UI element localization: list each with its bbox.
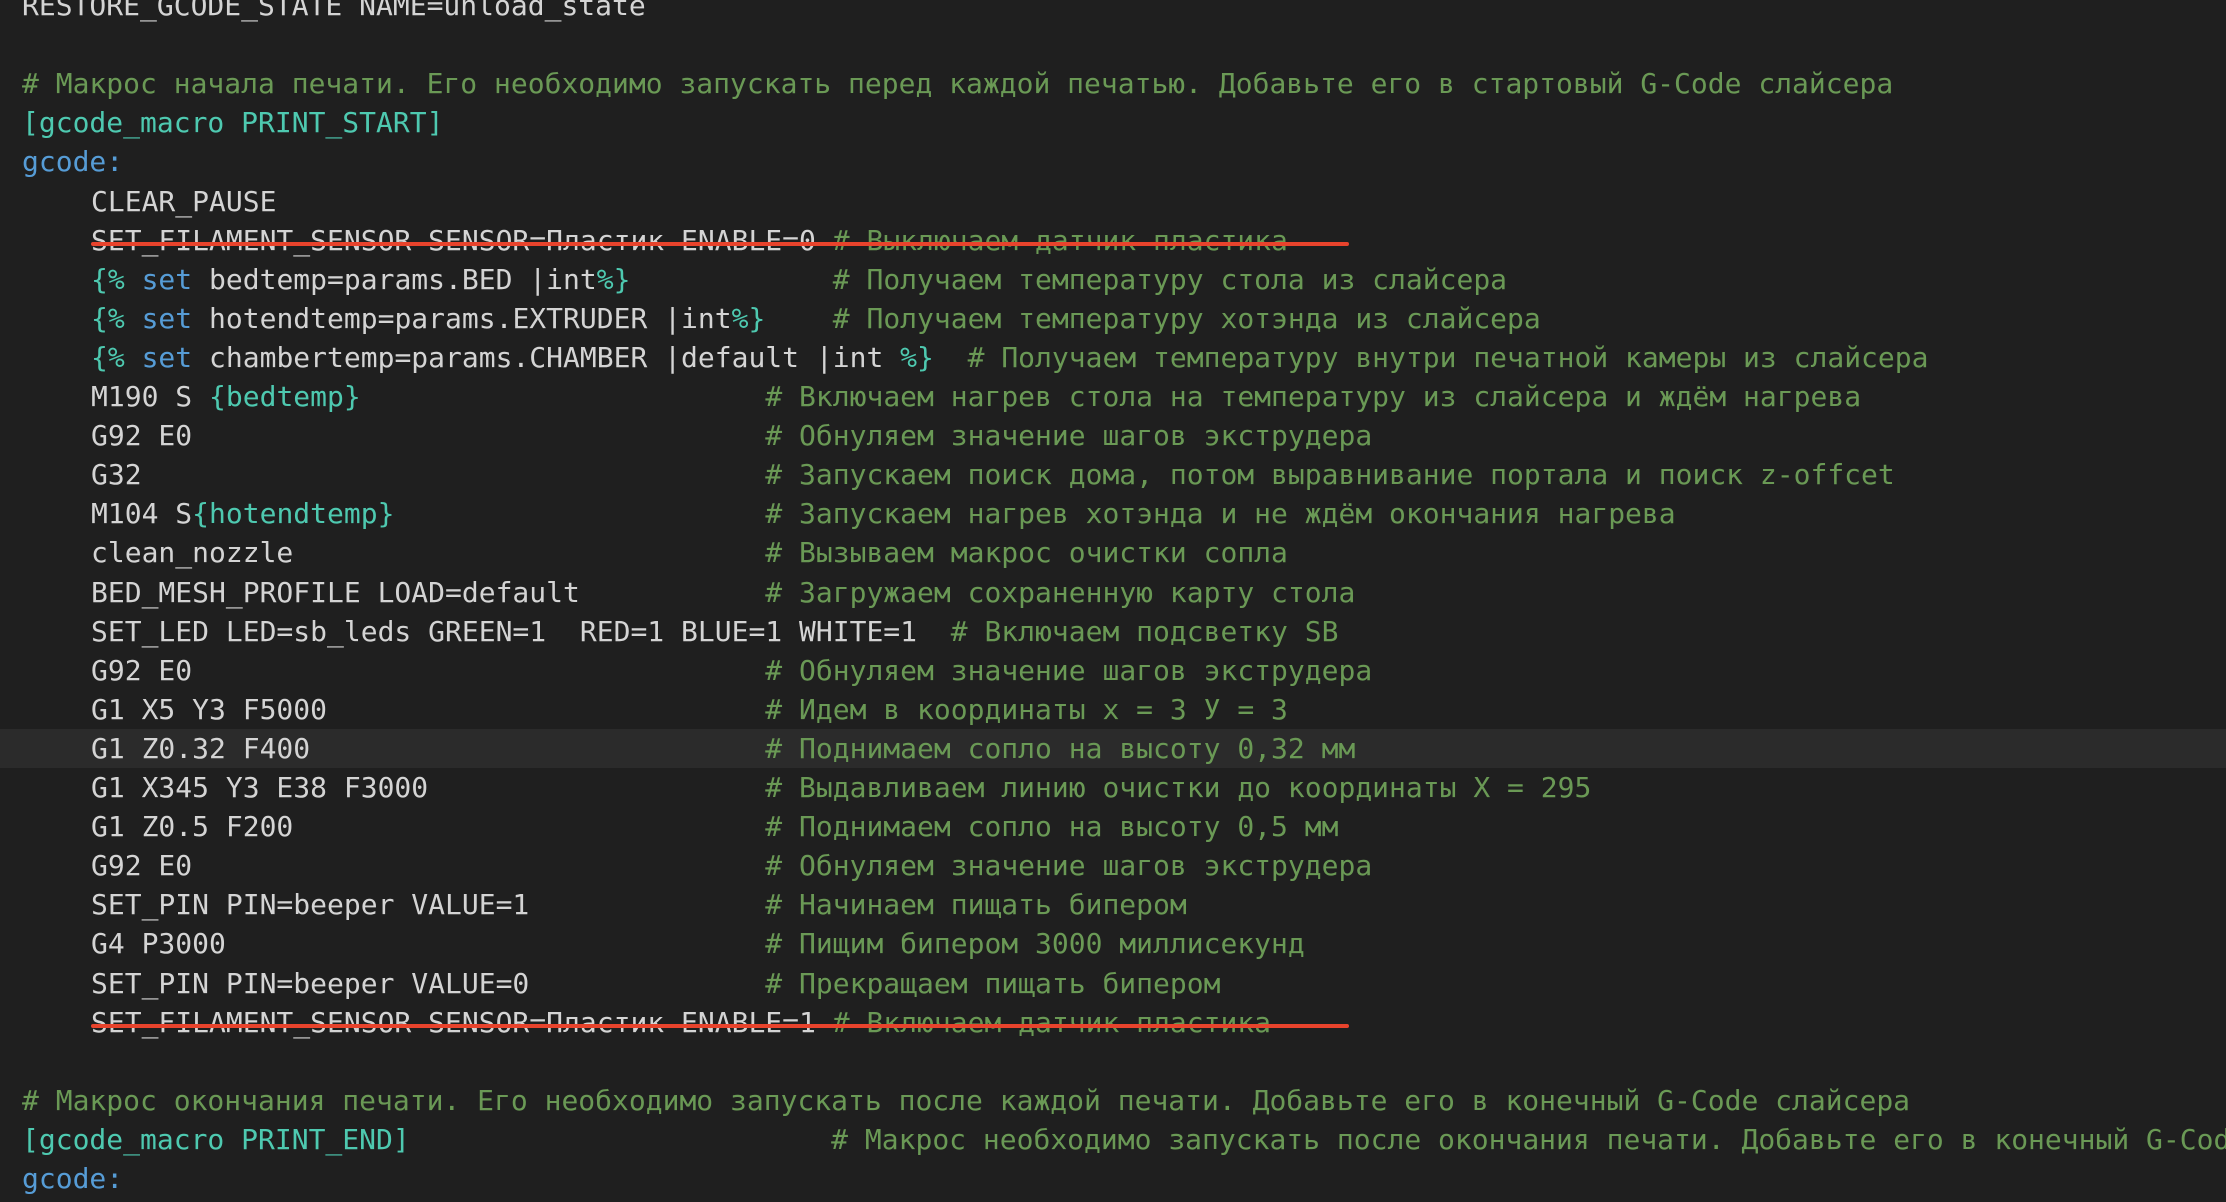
gcode-command: SET_FILAMENT_SENSOR SENSOR=Пластик ENABL… bbox=[91, 1005, 816, 1039]
gcode-command: G92 E0 bbox=[91, 849, 193, 883]
code-line[interactable]: [gcode_macro PRINT_START] bbox=[0, 103, 2226, 142]
inline-comment: # Обнуляем значение шагов экструдера bbox=[192, 653, 1373, 687]
code-line[interactable]: SET_FILAMENT_SENSOR SENSOR=Пластик ENABL… bbox=[0, 1003, 2226, 1042]
inline-comment: # Вызываем макрос очистки сопла bbox=[293, 536, 1288, 570]
config-key: gcode: bbox=[22, 145, 124, 179]
inline-comment: # Начинаем пищать бипером bbox=[529, 888, 1187, 922]
inline-comment: # Загружаем сохраненную карту стола bbox=[579, 575, 1356, 609]
template-close: %} bbox=[900, 340, 934, 374]
code-line[interactable]: clean_nozzle # Вызываем макрос очистки с… bbox=[0, 533, 2226, 572]
template-expression: bedtemp=params.BED |int bbox=[192, 262, 597, 296]
template-open: {% bbox=[91, 301, 142, 335]
gcode-command: SET_FILAMENT_SENSOR SENSOR=Пластик ENABL… bbox=[91, 223, 816, 257]
code-line[interactable]: G32 # Запускаем поиск дома, потом выравн… bbox=[0, 455, 2226, 494]
gcode-command: G1 X5 Y3 F5000 bbox=[91, 692, 328, 726]
section-header: [gcode_macro PRINT_START] bbox=[22, 106, 444, 140]
comment-text: # Макрос окончания печати. Его необходим… bbox=[22, 1083, 1911, 1117]
code-line[interactable]: G4 P3000 # Пищим бипером 3000 миллисекун… bbox=[0, 924, 2226, 963]
inline-comment: # Идем в координаты x = 3 У = 3 bbox=[327, 692, 1288, 726]
gcode-command: G1 Z0.32 F400 bbox=[91, 731, 311, 765]
inline-comment: # Выключаем датчик пластика bbox=[815, 223, 1288, 257]
inline-comment: # Получаем температуру хотэнда из слайсе… bbox=[765, 301, 1541, 335]
gcode-command: M104 S bbox=[91, 497, 193, 531]
inline-comment: # Включаем датчик пластика bbox=[815, 1005, 1272, 1039]
gcode-command: SET_PIN PIN=beeper VALUE=0 bbox=[91, 966, 530, 1000]
code-line[interactable]: G1 X345 Y3 E38 F3000 # Выдавливаем линию… bbox=[0, 768, 2226, 807]
template-expression: hotendtemp=params.EXTRUDER |int bbox=[192, 301, 732, 335]
code-line[interactable]: M104 S{hotendtemp} # Запускаем нагрев хо… bbox=[0, 494, 2226, 533]
code-line[interactable]: G92 E0 # Обнуляем значение шагов экструд… bbox=[0, 846, 2226, 885]
inline-comment: # Запускаем поиск дома, потом выравниван… bbox=[141, 458, 1895, 492]
comment-line[interactable]: # Макрос окончания печати. Его необходим… bbox=[0, 1081, 2226, 1120]
code-line[interactable] bbox=[0, 25, 2226, 64]
gcode-command: G1 Z0.5 F200 bbox=[91, 810, 294, 844]
gcode-command: BED_MESH_PROFILE LOAD=default bbox=[91, 575, 580, 609]
gcode-command: G1 X345 Y3 E38 F3000 bbox=[91, 771, 429, 804]
gcode-command: SET_PIN PIN=beeper VALUE=1 bbox=[91, 888, 530, 922]
code-line[interactable]: {% set hotendtemp=params.EXTRUDER |int%}… bbox=[0, 299, 2226, 338]
code-line[interactable]: G1 X5 Y3 F5000 # Идем в координаты x = 3… bbox=[0, 690, 2226, 729]
inline-comment: # Получаем температуру стола из слайсера bbox=[630, 262, 1508, 296]
inline-comment: # Поднимаем сопло на высоту 0,5 мм bbox=[293, 810, 1339, 844]
template-keyword: set bbox=[141, 301, 193, 335]
code-line[interactable]: CLEAR_PAUSE bbox=[0, 182, 2226, 221]
strikethrough-mark bbox=[91, 1023, 1349, 1028]
gcode-command: clean_nozzle bbox=[91, 536, 294, 570]
code-line[interactable]: BED_MESH_PROFILE LOAD=default # Загружае… bbox=[0, 573, 2226, 612]
inline-comment: # Включаем нагрев стола на температуру и… bbox=[360, 380, 1862, 413]
inline-comment: # Пищим бипером 3000 миллисекунд bbox=[225, 927, 1305, 961]
gcode-command: M190 S bbox=[91, 380, 210, 413]
code-line[interactable]: RESTORE_GCODE_STATE NAME=unload_state bbox=[0, 0, 2226, 25]
inline-comment: # Получаем температуру внутри печатной к… bbox=[933, 340, 1929, 374]
code-line[interactable]: [gcode_macro PRINT_END] # Макрос необход… bbox=[0, 1120, 2226, 1159]
code-line[interactable]: SET_LED LED=sb_leds GREEN=1 RED=1 BLUE=1… bbox=[0, 612, 2226, 651]
comment-text: # Макрос начала печати. Его необходимо з… bbox=[22, 67, 1894, 101]
code-line[interactable] bbox=[0, 1042, 2226, 1081]
inline-comment: # Прекращаем пищать бипером bbox=[529, 966, 1221, 1000]
gcode-command: G92 E0 bbox=[91, 419, 193, 453]
code-line[interactable]: G92 E0 # Обнуляем значение шагов экструд… bbox=[0, 651, 2226, 690]
gcode-command: G32 bbox=[91, 458, 142, 492]
config-key: gcode: bbox=[22, 1162, 124, 1195]
code-line[interactable]: gcode: bbox=[0, 1159, 2226, 1198]
template-expression: chambertemp=params.CHAMBER |default |int bbox=[192, 340, 901, 374]
code-line[interactable]: G92 E0 # Обнуляем значение шагов экструд… bbox=[0, 416, 2226, 455]
code-line[interactable]: SET_PIN PIN=beeper VALUE=0 # Прекращаем … bbox=[0, 964, 2226, 1003]
gcode-command: G92 E0 bbox=[91, 653, 193, 687]
template-close: %} bbox=[731, 301, 766, 335]
gcode-command: RESTORE_GCODE_STATE NAME=unload_state bbox=[22, 0, 646, 22]
comment-line[interactable]: # Макрос начала печати. Его необходимо з… bbox=[0, 64, 2226, 103]
code-line[interactable]: G1 Z0.32 F400 # Поднимаем сопло на высот… bbox=[0, 728, 2226, 768]
code-editor[interactable]: RESTORE_GCODE_STATE NAME=unload_state # М… bbox=[0, 0, 2226, 1202]
template-close: %} bbox=[596, 262, 631, 296]
code-line[interactable]: SET_PIN PIN=beeper VALUE=1 # Начинаем пи… bbox=[0, 885, 2226, 924]
gcode-command: CLEAR_PAUSE bbox=[91, 184, 277, 218]
template-keyword: set bbox=[141, 262, 193, 296]
code-line[interactable]: {% set bedtemp=params.BED |int%} # Получ… bbox=[0, 260, 2226, 299]
template-open: {% bbox=[91, 262, 142, 296]
inline-comment: # Макрос необходимо запускать после окон… bbox=[409, 1122, 2226, 1156]
inline-comment: # Включаем подсветку SB bbox=[917, 614, 1339, 648]
inline-comment: # Запускаем нагрев хотэнда и не ждём око… bbox=[394, 497, 1676, 531]
inline-comment: # Обнуляем значение шагов экструдера bbox=[192, 849, 1373, 883]
code-line[interactable]: M400 # Ожидаем окончания текущего движен… bbox=[0, 1198, 2226, 1202]
inline-comment: # Обнуляем значение шагов экструдера bbox=[192, 419, 1373, 453]
code-line[interactable]: M190 S {bedtemp} # Включаем нагрев стола… bbox=[0, 377, 2226, 416]
template-keyword: set bbox=[141, 340, 193, 374]
gcode-command: G4 P3000 bbox=[91, 927, 226, 961]
gcode-command: SET_LED LED=sb_leds GREEN=1 RED=1 BLUE=1… bbox=[91, 614, 918, 648]
strikethrough-mark bbox=[91, 241, 1349, 246]
inline-comment: # Выдавливаем линию очистки до координат… bbox=[428, 771, 1592, 804]
code-line[interactable]: {% set chambertemp=params.CHAMBER |defau… bbox=[0, 338, 2226, 377]
template-open: {% bbox=[91, 340, 142, 374]
inline-comment: # Поднимаем сопло на высоту 0,32 мм bbox=[310, 731, 1356, 765]
template-variable: {bedtemp} bbox=[209, 380, 361, 413]
section-header: [gcode_macro PRINT_END] bbox=[22, 1122, 410, 1156]
template-variable: {hotendtemp} bbox=[192, 497, 395, 531]
code-line[interactable]: G1 Z0.5 F200 # Поднимаем сопло на высоту… bbox=[0, 807, 2226, 846]
code-line[interactable]: gcode: bbox=[0, 142, 2226, 181]
code-line[interactable]: SET_FILAMENT_SENSOR SENSOR=Пластик ENABL… bbox=[0, 221, 2226, 260]
